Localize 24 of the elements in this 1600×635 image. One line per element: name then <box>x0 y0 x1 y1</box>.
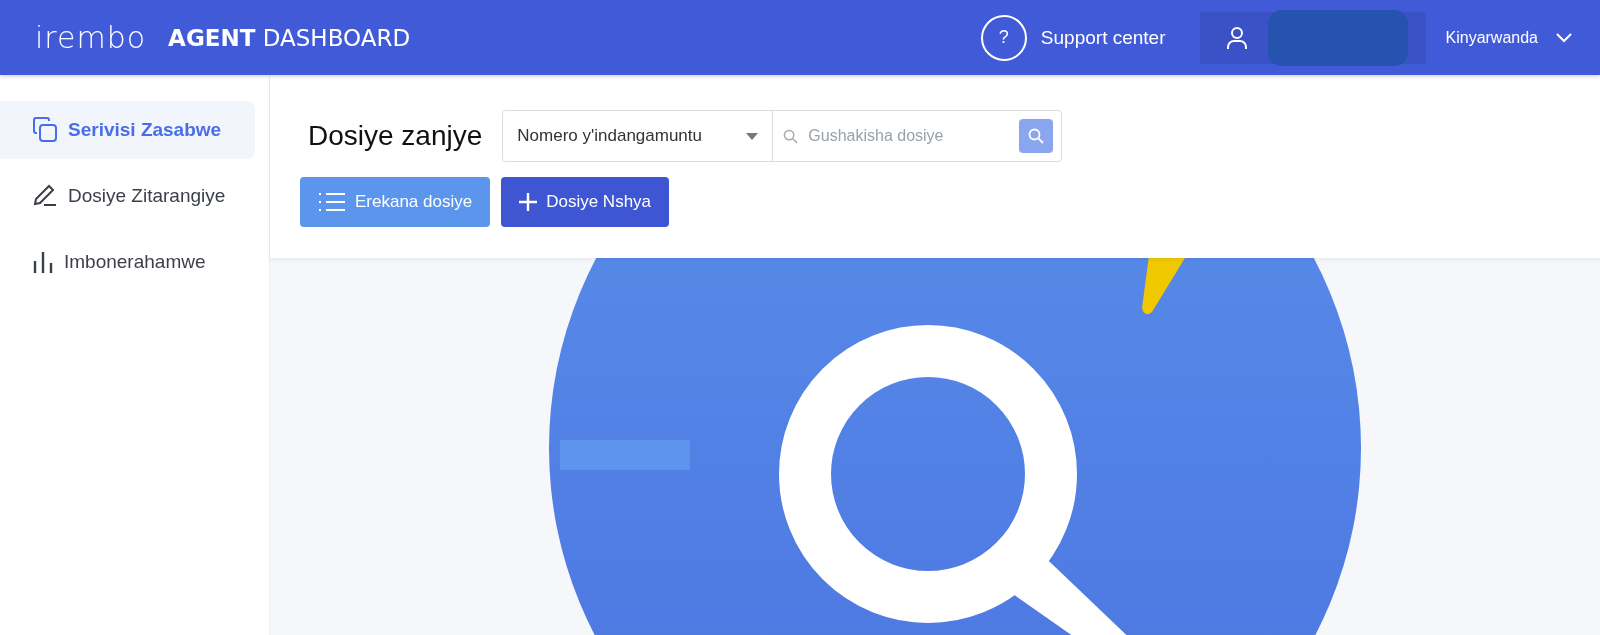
sidebar-item[interactable]: Dosiye Zitarangiye <box>0 167 255 225</box>
user-icon <box>1225 25 1248 50</box>
copy-icon <box>32 117 58 143</box>
logo: irembo <box>35 20 147 55</box>
search-icon <box>1028 128 1045 144</box>
new-file-button[interactable]: Dosiye Nshya <box>501 177 670 227</box>
language-selector[interactable]: Kinyarwanda <box>1445 28 1572 47</box>
support-link[interactable]: Support center <box>1040 26 1166 49</box>
search-button[interactable] <box>1019 119 1054 153</box>
search-icon <box>783 128 799 144</box>
app-title: AGENT DASHBOARD <box>168 24 411 51</box>
chevron-down-icon <box>1556 32 1572 43</box>
pen-icon <box>32 183 58 209</box>
search-type-dropdown[interactable]: Nomero y'indangamuntu <box>503 111 774 161</box>
show-files-button[interactable]: Erekana dosiye <box>300 177 491 227</box>
sidebar-item[interactable]: Serivisi Zasabwe <box>0 101 255 159</box>
user-menu[interactable] <box>1199 11 1426 64</box>
bar-chart-icon <box>32 249 54 275</box>
list-icon <box>318 191 346 213</box>
caret-icon <box>746 132 759 140</box>
help-icon[interactable]: ? <box>980 14 1027 61</box>
sidebar-item[interactable]: Imbonerahamwe <box>0 233 255 291</box>
plus-icon <box>519 193 538 211</box>
page-title: Dosiye zanjye <box>308 120 483 152</box>
